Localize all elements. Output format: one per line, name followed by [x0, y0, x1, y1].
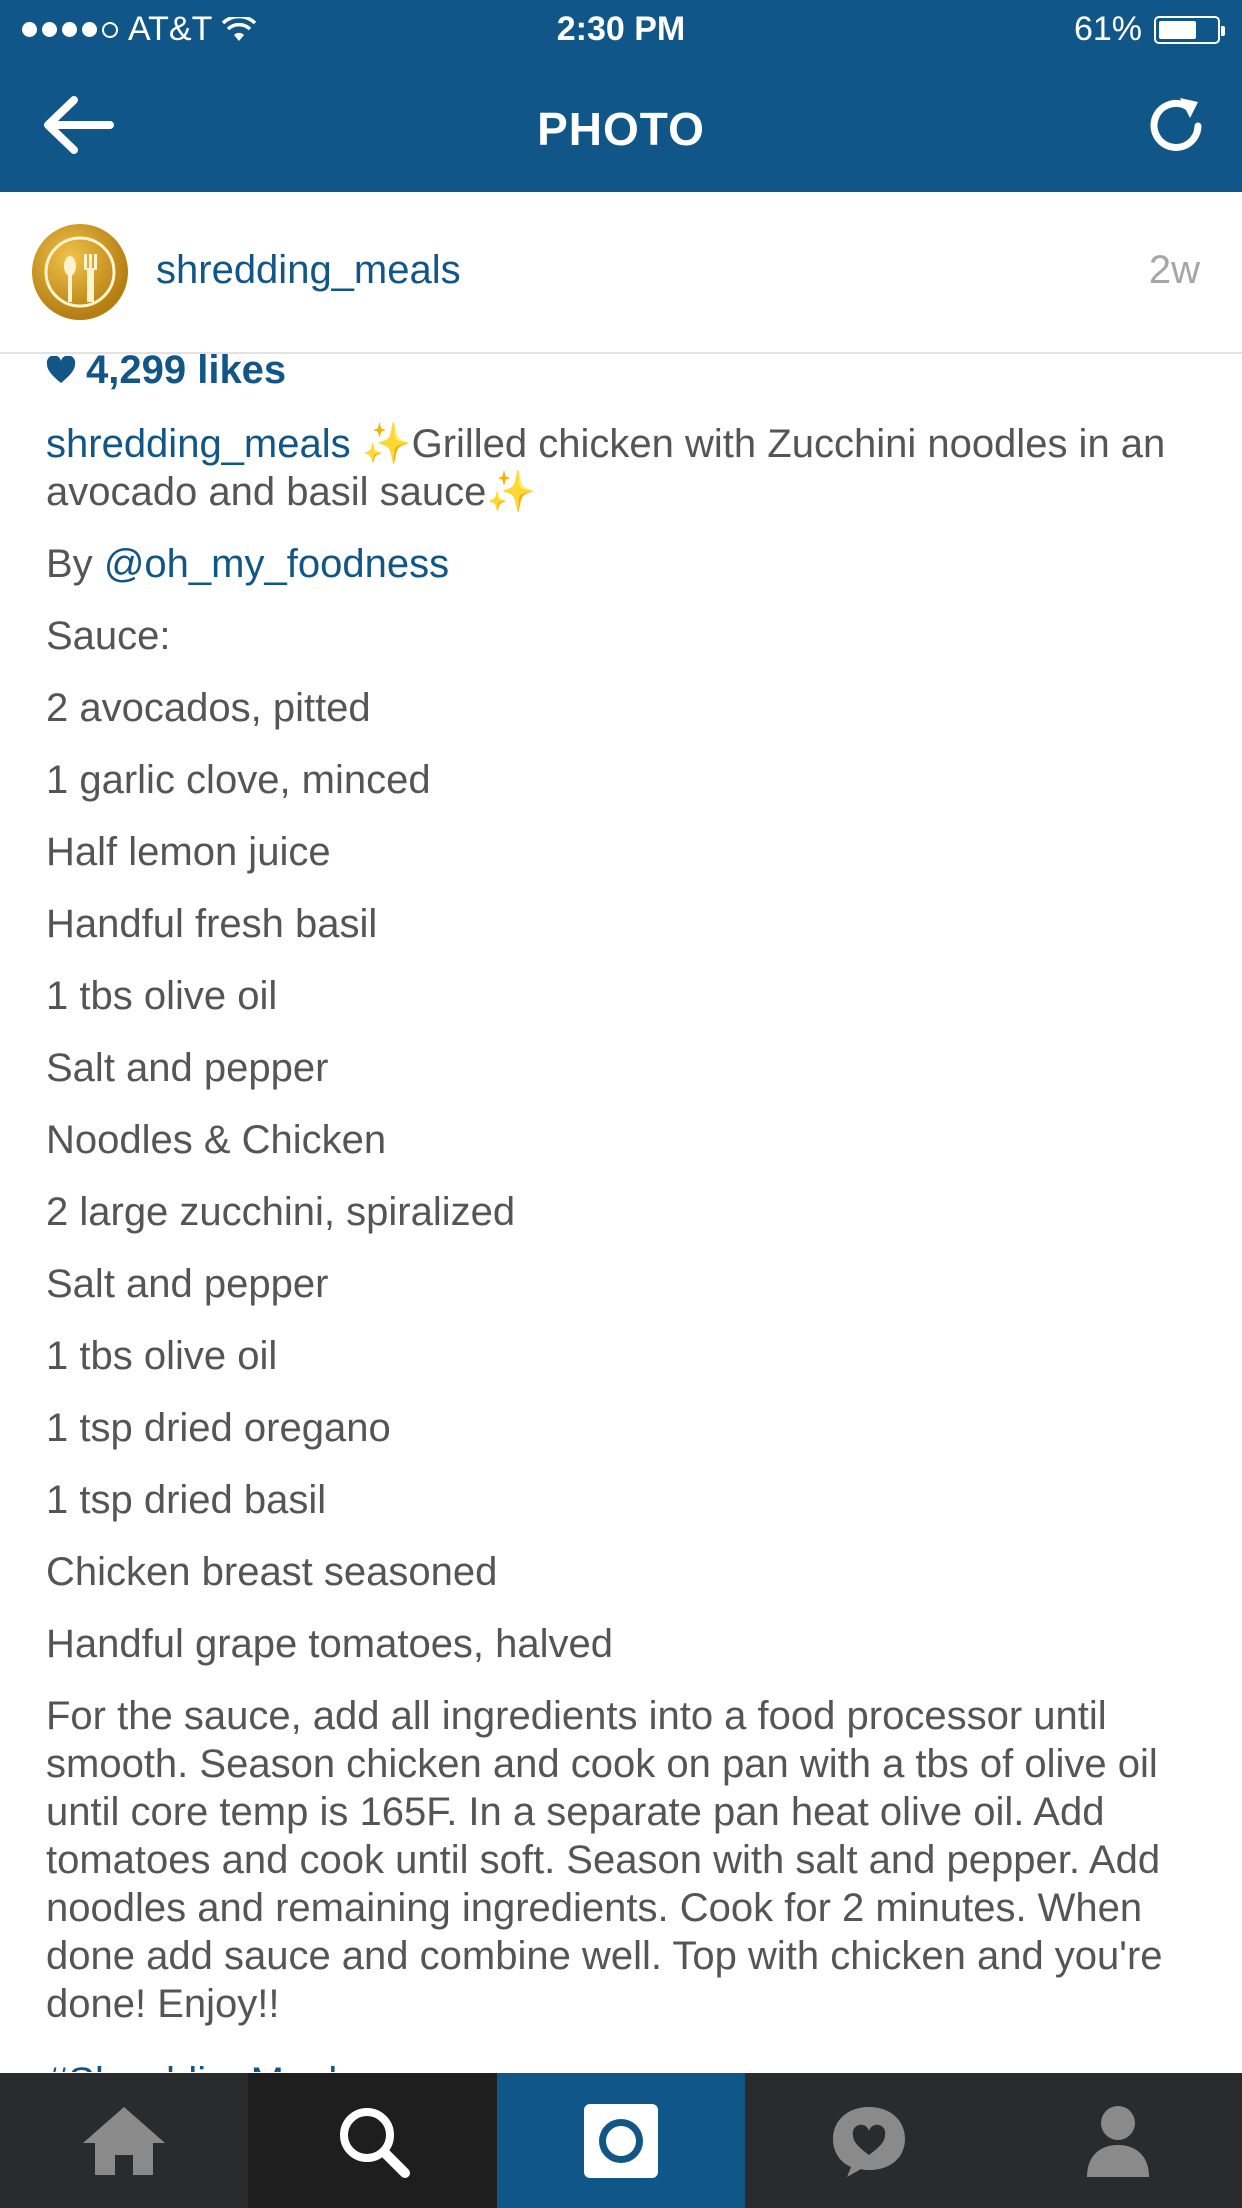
tab-activity[interactable] [745, 2073, 993, 2208]
tab-bar [0, 2073, 1242, 2208]
search-icon [339, 2107, 410, 2178]
sparkles-icon: ✨ [486, 470, 537, 514]
recipe-line: 2 large zucchini, spiralized [46, 1190, 516, 1234]
tab-search[interactable] [248, 2073, 497, 2208]
camera-icon [583, 2103, 658, 2178]
post-header: shredding_meals 2w [0, 192, 1242, 354]
person-icon [1086, 2105, 1149, 2177]
post-username[interactable]: shredding_meals [156, 248, 461, 293]
recipe-line: Salt and pepper [46, 1046, 329, 1090]
recipe-line: Chicken breast seasoned [46, 1550, 498, 1594]
battery-icon [1154, 15, 1225, 44]
caption: shredding_meals ✨Grilled chicken with Zu… [46, 420, 1206, 516]
credit-line: By @oh_my_foodness [46, 540, 1206, 588]
fork-spoon-logo-icon [44, 236, 116, 308]
page-title: PHOTO [537, 103, 705, 155]
recipe-line: 1 tbs olive oil [46, 974, 278, 1018]
recipe-line: Handful grape tomatoes, halved [46, 1622, 614, 1666]
nav-bar: PHOTO [0, 62, 1242, 192]
caption-username[interactable]: shredding_meals [46, 422, 351, 466]
post-content: 4,299 likes shredding_meals ✨Grilled chi… [46, 348, 1206, 2028]
hashtag-link[interactable]: #ShreddingMeals [46, 2058, 357, 2072]
credit-mention[interactable]: @oh_my_foodness [104, 542, 449, 586]
recipe-line: Sauce: [46, 614, 171, 658]
recipe-line: Salt and pepper [46, 1262, 329, 1306]
clock: 2:30 PM [556, 10, 686, 48]
tab-home[interactable] [0, 2073, 248, 2208]
status-bar: AT&T 2:30 PM 61% [0, 0, 1242, 62]
refresh-icon [1150, 98, 1202, 151]
battery-percent: 61% [1073, 10, 1142, 48]
credit-prefix: By [46, 542, 93, 586]
recipe-line: Half lemon juice [46, 830, 331, 874]
recipe-line: 1 garlic clove, minced [46, 758, 431, 802]
likes-count: 4,299 likes [86, 348, 287, 392]
home-icon [83, 2106, 166, 2175]
tab-profile[interactable] [994, 2073, 1242, 2208]
recipe-line: 1 tbs olive oil [46, 1334, 278, 1378]
recipe-line: Noodles & Chicken [46, 1118, 387, 1162]
avatar[interactable] [32, 224, 128, 320]
recipe-line: 1 tsp dried basil [46, 1478, 327, 1522]
recipe-instructions: For the sauce, add all ingredients into … [46, 1694, 1163, 2026]
recipe-line: 1 tsp dried oregano [46, 1406, 391, 1450]
recipe-line: 2 avocados, pitted [46, 686, 371, 730]
refresh-button[interactable] [1140, 90, 1212, 162]
post-time-ago: 2w [1148, 248, 1200, 292]
heart-icon [46, 356, 76, 383]
likes-row[interactable]: 4,299 likes [46, 348, 1206, 392]
recipe-line: Handful fresh basil [46, 902, 378, 946]
tab-camera[interactable] [496, 2073, 746, 2208]
heart-bubble-icon [833, 2106, 906, 2177]
sparkles-icon: ✨ [361, 422, 412, 466]
